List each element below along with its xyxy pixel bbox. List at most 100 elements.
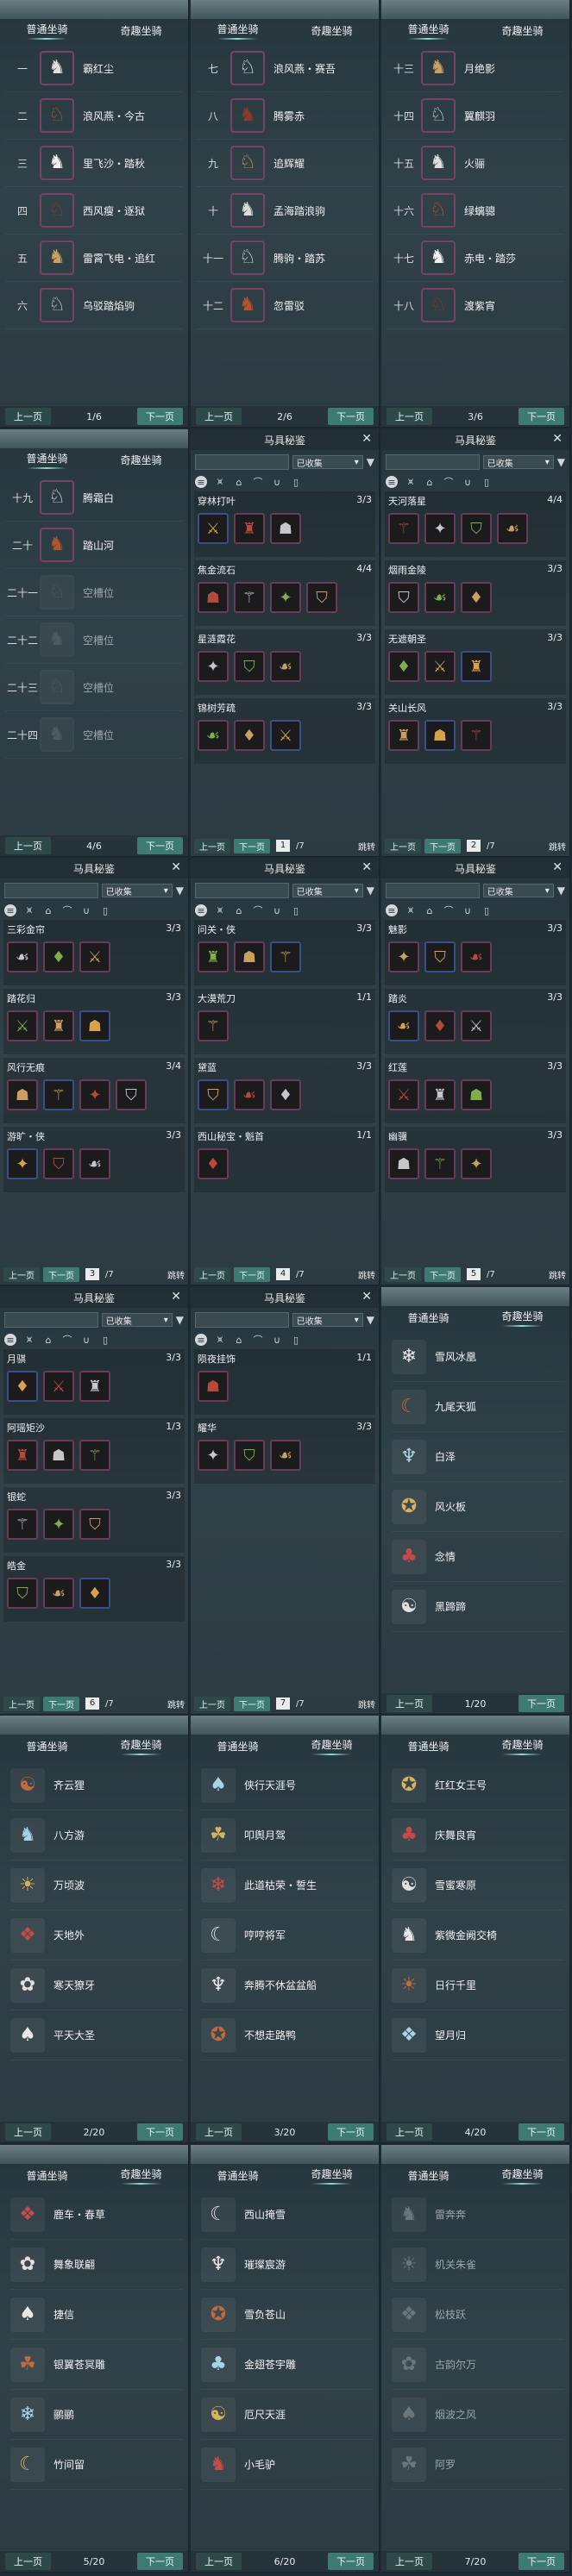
list-item[interactable]: 八 ♞ 腾雾赤: [196, 92, 374, 140]
prev-page-button[interactable]: 上一页: [387, 1695, 432, 1712]
gear-piece-icon[interactable]: ☗: [198, 1371, 229, 1402]
prev-page-button[interactable]: 上一页: [196, 2553, 242, 2570]
gear-piece-icon[interactable]: ⚚: [79, 1440, 110, 1471]
gear-piece-icon[interactable]: ☙: [497, 513, 528, 544]
gear-piece-icon[interactable]: ♦: [198, 1148, 229, 1179]
gear-piece-icon[interactable]: ♦: [43, 941, 74, 972]
gear-piece-icon[interactable]: ⛉: [461, 513, 492, 544]
list-item[interactable]: ❖ 天地外: [10, 1910, 183, 1960]
list-item[interactable]: ☀ 日行千里: [392, 1960, 564, 2010]
list-item[interactable]: 一 ♞ 霸红尘: [5, 45, 183, 92]
bridle-icon[interactable]: ⌒: [252, 1334, 264, 1346]
bridle-icon[interactable]: ⌒: [61, 904, 73, 916]
bridle-icon[interactable]: ⌒: [252, 476, 264, 488]
gear-piece-icon[interactable]: ✦: [7, 1148, 38, 1179]
tab-exotic-mounts[interactable]: 奇趣坐骑: [115, 2166, 167, 2185]
prev-page-button[interactable]: 上一页: [3, 1266, 40, 1282]
collection-filter-dropdown[interactable]: 已收集 ▾: [292, 455, 363, 469]
prev-page-button[interactable]: 上一页: [5, 2123, 51, 2141]
tab-normal-mounts[interactable]: 普通坐骑: [211, 22, 263, 40]
menu-icon[interactable]: ≡: [4, 904, 16, 916]
prev-page-button[interactable]: 上一页: [5, 2553, 51, 2570]
list-item[interactable]: 十二 ♞ 忽雷驳: [196, 282, 374, 329]
saddle-icon[interactable]: ⩙: [23, 1334, 35, 1346]
page-number-input[interactable]: 1: [276, 840, 290, 852]
saddle-set[interactable]: 皓金 3/3 ⛉ ☙ ♦: [3, 1556, 185, 1622]
list-item[interactable]: ☘ 银翼苍冥雕: [10, 2340, 183, 2390]
saddle-icon[interactable]: ⩙: [405, 904, 417, 916]
gear-piece-icon[interactable]: ⚔: [270, 720, 301, 751]
list-item[interactable]: 七 ♘ 浪风燕・赛吾: [196, 45, 374, 92]
gear-piece-icon[interactable]: ☗: [43, 1440, 74, 1471]
gear-piece-icon[interactable]: ✦: [198, 651, 229, 682]
list-item[interactable]: 十九 ♘ 腾霜白: [5, 474, 183, 522]
page-number-input[interactable]: 6: [85, 1698, 99, 1710]
gear-piece-icon[interactable]: ☙: [43, 1578, 74, 1609]
list-item[interactable]: 六 ♘ 乌驳踏焰驹: [5, 282, 183, 329]
collection-filter-dropdown[interactable]: 已收集 ▾: [292, 884, 363, 897]
list-item[interactable]: ☘ 叩舆月驾: [201, 1810, 374, 1860]
list-item[interactable]: ♣ 念情: [392, 1532, 564, 1582]
tab-exotic-mounts[interactable]: 奇趣坐骑: [305, 23, 357, 38]
prev-page-button[interactable]: 上一页: [5, 837, 51, 854]
gear-piece-icon[interactable]: ⛉: [43, 1148, 74, 1179]
prev-page-button[interactable]: 上一页: [387, 2123, 432, 2141]
collection-filter-dropdown[interactable]: 已收集 ▾: [101, 884, 173, 897]
search-input[interactable]: [195, 883, 289, 898]
saddle-set[interactable]: 红莲 3/3 ⚔ ♜ ☗: [385, 1058, 566, 1123]
page-number-input[interactable]: 4: [276, 1268, 290, 1280]
gear-piece-icon[interactable]: ⚚: [198, 1010, 229, 1041]
jump-button[interactable]: 跳转: [549, 1268, 566, 1281]
stirrup-icon[interactable]: ⌂: [233, 1334, 245, 1346]
next-page-button[interactable]: 下一页: [518, 1695, 564, 1712]
tab-exotic-mounts[interactable]: 奇趣坐骑: [496, 23, 548, 38]
gear-piece-icon[interactable]: ⛉: [234, 1440, 265, 1471]
horseshoe-icon[interactable]: ∪: [271, 904, 283, 916]
gear-piece-icon[interactable]: ✦: [461, 1148, 492, 1179]
gear-piece-icon[interactable]: ⚚: [7, 1509, 38, 1540]
menu-icon[interactable]: ≡: [386, 904, 398, 916]
jump-button[interactable]: 跳转: [167, 1698, 185, 1710]
gear-piece-icon[interactable]: ☙: [198, 720, 229, 751]
list-item[interactable]: ♣ 金翅苍宇雕: [201, 2340, 374, 2390]
list-item[interactable]: ♞ 八方游: [10, 1810, 183, 1860]
stirrup-icon[interactable]: ⌂: [424, 476, 436, 488]
gear-piece-icon[interactable]: ⛉: [79, 1509, 110, 1540]
tab-exotic-mounts[interactable]: 奇趣坐骑: [496, 1309, 548, 1327]
saddle-set[interactable]: 烟雨金陵 3/3 ⛉ ☙ ♦: [385, 560, 566, 626]
bridle-icon[interactable]: ⌒: [252, 904, 264, 916]
gear-piece-icon[interactable]: ⚔: [198, 513, 229, 544]
menu-icon[interactable]: ≡: [4, 1334, 16, 1346]
gear-piece-icon[interactable]: ♦: [270, 1079, 301, 1110]
gear-piece-icon[interactable]: ⚚: [234, 582, 265, 613]
gear-piece-icon[interactable]: ♜: [234, 513, 265, 544]
ornament-icon[interactable]: ▯: [99, 904, 111, 916]
gear-piece-icon[interactable]: ♦: [388, 651, 419, 682]
jump-button[interactable]: 跳转: [358, 1698, 375, 1710]
list-item[interactable]: ♞ 小毛驴: [201, 2440, 374, 2490]
list-item[interactable]: ☾ 九尾天狐: [392, 1382, 564, 1432]
list-item[interactable]: ❖ 鹿车・春草: [10, 2190, 183, 2240]
gear-piece-icon[interactable]: ✦: [198, 1440, 229, 1471]
filter-icon[interactable]: ▼: [367, 456, 374, 468]
search-input[interactable]: [195, 1312, 289, 1328]
list-item[interactable]: 十 ♞ 孟海踏浪驹: [196, 187, 374, 234]
list-item[interactable]: ♠ 捷信: [10, 2290, 183, 2340]
jump-button[interactable]: 跳转: [358, 840, 375, 853]
list-item[interactable]: ☯ 厄尺天涯: [201, 2390, 374, 2440]
tab-normal-mounts[interactable]: 普通坐骑: [21, 1739, 72, 1754]
list-item[interactable]: ♠ 侠行天涯号: [201, 1760, 374, 1810]
tab-normal-mounts[interactable]: 普通坐骑: [21, 22, 72, 40]
next-page-button[interactable]: 下一页: [136, 408, 183, 425]
close-icon[interactable]: ✕: [171, 860, 181, 874]
saddle-icon[interactable]: ⩙: [214, 1334, 226, 1346]
list-item[interactable]: ♆ 白泽: [392, 1432, 564, 1482]
list-item[interactable]: ☀ 万顷波: [10, 1860, 183, 1910]
stirrup-icon[interactable]: ⌂: [233, 904, 245, 916]
gear-piece-icon[interactable]: ⛉: [234, 651, 265, 682]
filter-icon[interactable]: ▼: [176, 1314, 184, 1326]
filter-icon[interactable]: ▼: [367, 885, 374, 897]
saddle-set[interactable]: 大漠荒刀 1/1 ⚚: [194, 989, 375, 1054]
prev-page-button[interactable]: 上一页: [385, 1266, 421, 1282]
saddle-set[interactable]: 关山长风 3/3 ♜ ☗ ⚚: [385, 698, 566, 764]
